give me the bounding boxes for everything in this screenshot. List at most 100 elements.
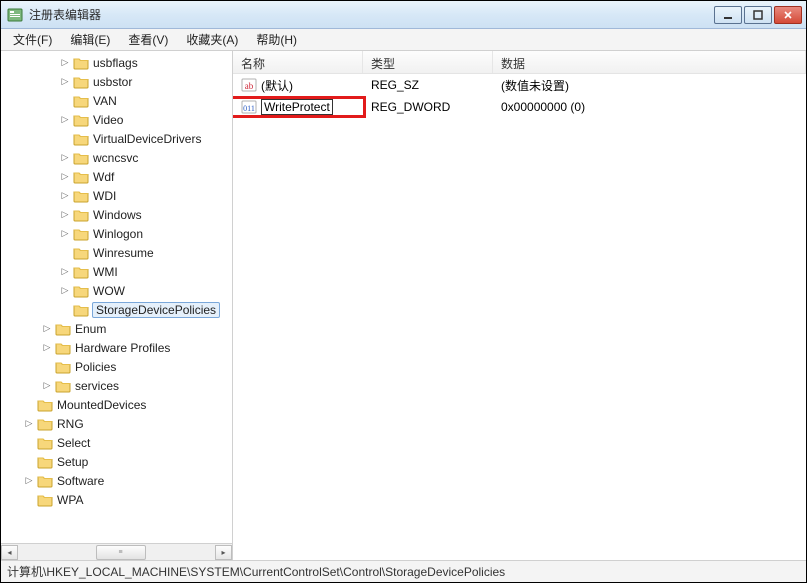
tree-item[interactable]: ▷ Winlogon — [1, 224, 232, 243]
expander-icon[interactable]: ▷ — [59, 190, 71, 201]
tree-item[interactable]: Policies — [1, 357, 232, 376]
value-type-cell: REG_SZ — [363, 78, 493, 92]
values-list[interactable]: ab(默认)REG_SZ(数值未设置) 011 WriteProtect REG_DW… — [233, 74, 806, 560]
folder-icon — [73, 284, 89, 298]
main-body: ▷ usbflags ▷usbstor VAN ▷Video VirtualDeviceD… — [1, 51, 806, 560]
tree-item-label: Winlogon — [93, 227, 143, 241]
value-row[interactable]: 011 WriteProtect REG_DWORD0x00000000 (0) — [233, 96, 806, 118]
tree-item-label: MountedDevices — [57, 398, 146, 412]
folder-icon — [55, 341, 71, 355]
tree-item[interactable]: ▷ usbflags — [1, 53, 232, 72]
value-data-cell: (数值未设置) — [493, 77, 806, 94]
folder-icon — [55, 322, 71, 336]
folder-icon — [37, 474, 53, 488]
tree-item[interactable]: Setup — [1, 452, 232, 471]
tree-item-label: RNG — [57, 417, 84, 431]
value-name-cell[interactable]: 011 WriteProtect — [233, 99, 363, 115]
svg-text:ab: ab — [245, 81, 254, 91]
tree-item-label: VirtualDeviceDrivers — [93, 132, 201, 146]
tree-item-label: StorageDevicePolicies — [92, 302, 220, 318]
value-type-cell: REG_DWORD — [363, 100, 493, 114]
expander-icon[interactable]: ▷ — [59, 114, 71, 125]
tree-item[interactable]: ▷WDI — [1, 186, 232, 205]
expander-icon[interactable]: ▷ — [41, 380, 53, 391]
column-header-name[interactable]: 名称 — [233, 51, 363, 73]
tree-item[interactable]: ▷ WMI — [1, 262, 232, 281]
scroll-track[interactable]: ≡ — [18, 545, 215, 560]
folder-icon — [73, 132, 89, 146]
expander-icon[interactable]: ▷ — [59, 266, 71, 277]
tree-item[interactable]: MountedDevices — [1, 395, 232, 414]
values-pane: 名称 类型 数据 ab(默认)REG_SZ(数值未设置) 011 WriteProt… — [233, 51, 806, 560]
column-header-type[interactable]: 类型 — [363, 51, 493, 73]
tree-item[interactable]: Winresume — [1, 243, 232, 262]
svg-text:011: 011 — [243, 104, 255, 113]
expander-icon[interactable]: ▷ — [59, 285, 71, 296]
value-name-cell[interactable]: ab(默认) — [233, 77, 363, 94]
tree-item[interactable]: StorageDevicePolicies — [1, 300, 232, 319]
expander-icon[interactable]: ▷ — [23, 475, 35, 486]
folder-icon — [73, 189, 89, 203]
tree-item[interactable]: Select — [1, 433, 232, 452]
tree-item[interactable]: ▷ RNG — [1, 414, 232, 433]
tree-item[interactable]: ▷Software — [1, 471, 232, 490]
scroll-right-button[interactable]: ▸ — [215, 545, 232, 560]
scroll-left-button[interactable]: ◂ — [1, 545, 18, 560]
tree-item[interactable]: ▷ services — [1, 376, 232, 395]
tree-item[interactable]: ▷usbstor — [1, 72, 232, 91]
tree-item[interactable]: VAN — [1, 91, 232, 110]
expander-icon[interactable]: ▷ — [59, 152, 71, 163]
close-button[interactable] — [774, 6, 802, 24]
expander-icon[interactable]: ▷ — [41, 342, 53, 353]
expander-icon[interactable]: ▷ — [41, 323, 53, 334]
string-value-icon: ab — [241, 77, 257, 93]
tree-item-label: VAN — [93, 94, 117, 108]
folder-icon — [73, 151, 89, 165]
tree-item-label: Select — [57, 436, 90, 450]
expander-icon[interactable]: ▷ — [59, 171, 71, 182]
menu-edit[interactable]: 编辑(E) — [62, 29, 118, 50]
tree-item-label: Setup — [57, 455, 88, 469]
tree-item-label: WMI — [93, 265, 118, 279]
expander-icon[interactable]: ▷ — [59, 76, 71, 87]
folder-icon — [37, 493, 53, 507]
tree-item[interactable]: ▷Windows — [1, 205, 232, 224]
tree-item-label: Hardware Profiles — [75, 341, 170, 355]
column-header-data[interactable]: 数据 — [493, 51, 806, 73]
tree-item[interactable]: ▷Enum — [1, 319, 232, 338]
tree-item[interactable]: WPA — [1, 490, 232, 509]
app-icon — [7, 7, 23, 23]
scroll-thumb[interactable]: ≡ — [96, 545, 146, 560]
menu-view[interactable]: 查看(V) — [120, 29, 176, 50]
value-row[interactable]: ab(默认)REG_SZ(数值未设置) — [233, 74, 806, 96]
tree-horizontal-scrollbar[interactable]: ◂ ≡ ▸ — [1, 543, 232, 560]
tree-item[interactable]: ▷ Hardware Profiles — [1, 338, 232, 357]
value-data-cell: 0x00000000 (0) — [493, 100, 806, 114]
tree-item[interactable]: ▷WOW — [1, 281, 232, 300]
tree-item[interactable]: ▷Wdf — [1, 167, 232, 186]
folder-icon — [73, 303, 89, 317]
value-name-edit[interactable]: WriteProtect — [261, 99, 333, 115]
tree-item[interactable]: ▷Video — [1, 110, 232, 129]
expander-icon[interactable]: ▷ — [59, 57, 71, 68]
tree-item-label: usbflags — [93, 56, 138, 70]
expander-icon[interactable]: ▷ — [59, 209, 71, 220]
folder-icon — [73, 113, 89, 127]
folder-icon — [73, 56, 89, 70]
folder-icon — [37, 436, 53, 450]
tree-item[interactable]: VirtualDeviceDrivers — [1, 129, 232, 148]
folder-icon — [37, 455, 53, 469]
minimize-button[interactable] — [714, 6, 742, 24]
registry-tree[interactable]: ▷ usbflags ▷usbstor VAN ▷Video VirtualDeviceD… — [1, 51, 232, 543]
menu-favorites[interactable]: 收藏夹(A) — [178, 29, 246, 50]
tree-pane: ▷ usbflags ▷usbstor VAN ▷Video VirtualDeviceD… — [1, 51, 233, 560]
tree-item-label: Policies — [75, 360, 116, 374]
expander-icon[interactable]: ▷ — [23, 418, 35, 429]
tree-item-label: services — [75, 379, 119, 393]
menu-file[interactable]: 文件(F) — [5, 29, 60, 50]
maximize-button[interactable] — [744, 6, 772, 24]
tree-item[interactable]: ▷wcncsvc — [1, 148, 232, 167]
values-header: 名称 类型 数据 — [233, 51, 806, 74]
expander-icon[interactable]: ▷ — [59, 228, 71, 239]
menu-help[interactable]: 帮助(H) — [248, 29, 305, 50]
